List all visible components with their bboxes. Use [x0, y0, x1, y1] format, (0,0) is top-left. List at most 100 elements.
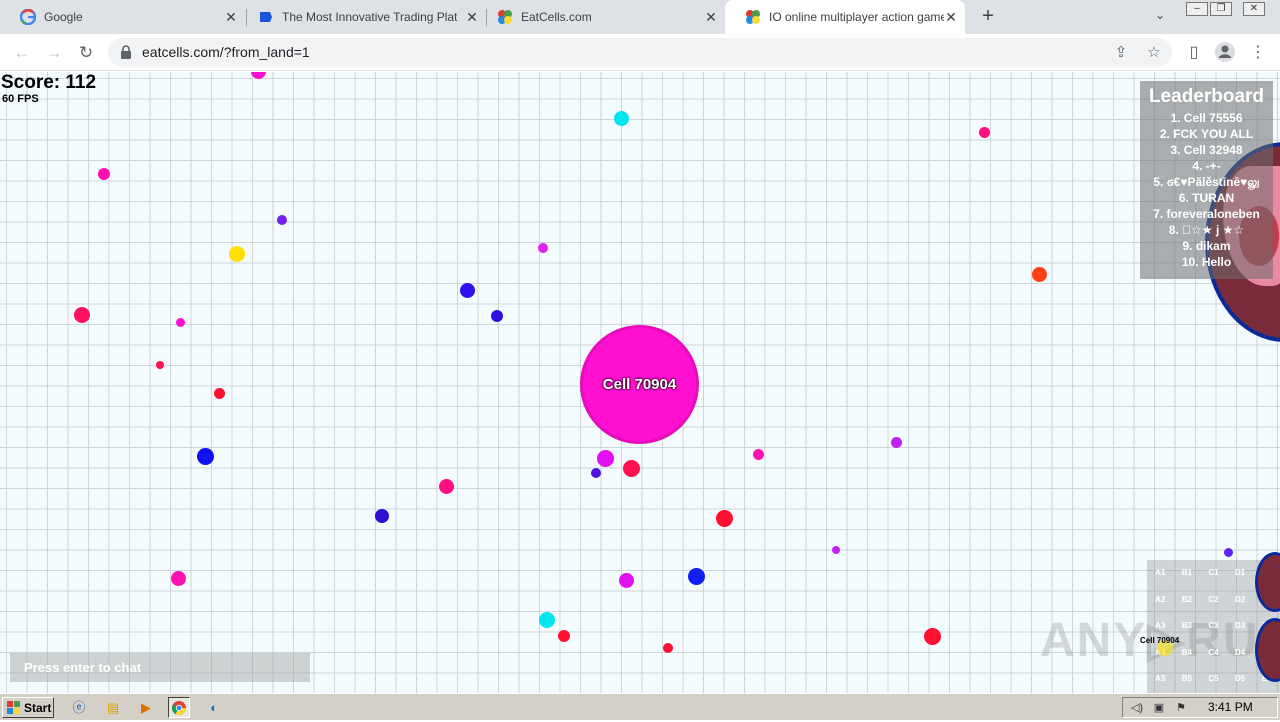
leaderboard-entry: 6. TURAN: [1178, 191, 1235, 205]
food-pellet: [891, 437, 902, 448]
food-pellet: [197, 448, 214, 465]
score-display: Score: 112: [1, 72, 97, 93]
tab-google[interactable]: Google ✕: [0, 0, 245, 34]
close-window-icon[interactable]: ✕: [1243, 2, 1265, 16]
clock[interactable]: 3:41 PM: [1208, 700, 1253, 714]
restore-window-icon[interactable]: ❐: [1210, 2, 1232, 16]
food-pellet: [558, 630, 570, 642]
tab-strip: Google ✕ The Most Innovative Trading Pla…: [0, 0, 1280, 34]
tab-eatcells[interactable]: EatCells.com ✕: [477, 0, 725, 34]
minimap-cell: C3: [1208, 621, 1219, 631]
food-pellet: [98, 168, 110, 180]
leaderboard-entry: 9. dikam: [1182, 239, 1231, 253]
food-pellet: [229, 246, 245, 262]
tab-io-game[interactable]: IO online multiplayer action game. Si ✕: [725, 0, 965, 34]
new-tab-button[interactable]: +: [976, 5, 1000, 29]
leaderboard-entry: 5. ϭ€♥Pălěstīnē♥லு: [1153, 175, 1260, 189]
close-tab-icon[interactable]: ✕: [943, 9, 959, 25]
food-pellet: [716, 510, 733, 527]
food-pellet: [460, 283, 475, 298]
game-canvas[interactable]: Cell 70904 Score: 112 60 FPS Leaderboard…: [0, 72, 1280, 693]
flag-icon[interactable]: ⚑: [1173, 700, 1189, 716]
minimap-cell: C5: [1208, 674, 1219, 684]
volume-icon[interactable]: ◁): [1129, 700, 1145, 716]
minimap-cell: D5: [1234, 674, 1246, 684]
food-pellet: [251, 72, 266, 79]
food-pellet: [924, 628, 941, 645]
network-icon[interactable]: ▣: [1151, 700, 1167, 716]
windows-logo-icon: [7, 700, 20, 714]
food-pellet: [832, 546, 840, 554]
folder-icon[interactable]: ▤: [102, 697, 124, 718]
close-tab-icon[interactable]: ✕: [223, 9, 239, 25]
start-button[interactable]: Start: [2, 697, 54, 718]
lock-icon[interactable]: [120, 45, 132, 59]
browser-toolbar: ← → ↻ eatcells.com/?from_land=1 ⇪ ☆ ▯ ⋮: [0, 34, 1280, 71]
chat-input[interactable]: Press enter to chat: [10, 653, 310, 682]
share-icon[interactable]: ⇪: [1110, 42, 1132, 64]
player-cell: Cell 70904: [580, 325, 699, 444]
minimap-cell: C4: [1208, 647, 1219, 657]
food-pellet: [439, 479, 454, 494]
url-text[interactable]: eatcells.com/?from_land=1: [142, 44, 310, 60]
food-pellet: [176, 318, 185, 327]
food-pellet: [979, 127, 990, 138]
back-arrow-icon[interactable]: ←: [10, 41, 34, 65]
tab-title: IO online multiplayer action game. Si: [769, 10, 944, 24]
leaderboard-entry: 10. Hello: [1181, 255, 1232, 269]
minimap-cell: D4: [1234, 647, 1246, 657]
chrome-icon[interactable]: [168, 697, 190, 718]
tab-trading[interactable]: The Most Innovative Trading Platform ✕: [238, 0, 486, 34]
minimap-cell: B5: [1181, 674, 1192, 684]
edge-icon[interactable]: ◐: [203, 697, 225, 718]
eatcells-icon: [745, 9, 761, 25]
leaderboard: Leaderboard 1. Cell 75556 2. FCK YOU ALL…: [1140, 81, 1273, 279]
food-pellet: [688, 568, 705, 585]
minimap-cell: B1: [1181, 568, 1192, 577]
minimap-cell: C2: [1208, 594, 1219, 604]
forward-arrow-icon[interactable]: →: [42, 41, 66, 65]
food-pellet: [156, 361, 164, 369]
address-bar[interactable]: eatcells.com/?from_land=1 ⇪ ☆: [108, 38, 1172, 67]
tab-title: EatCells.com: [521, 10, 592, 24]
menu-dots-icon[interactable]: ⋮: [1246, 41, 1270, 65]
fps-display: 60 FPS: [2, 93, 39, 105]
food-pellet: [491, 310, 503, 322]
leaderboard-entry: 4. -+-: [1192, 159, 1221, 173]
trading-icon: [258, 9, 274, 25]
food-pellet: [614, 111, 629, 126]
tab-title: Google: [44, 10, 83, 24]
food-pellet: [663, 643, 673, 653]
food-pellet: [171, 571, 186, 586]
side-panel-icon[interactable]: ▯: [1182, 41, 1206, 65]
food-pellet: [619, 573, 634, 588]
bookmark-star-icon[interactable]: ☆: [1143, 42, 1165, 64]
profile-avatar-icon[interactable]: [1213, 41, 1237, 65]
media-player-icon[interactable]: ▶: [135, 697, 157, 718]
leaderboard-title: Leaderboard: [1148, 86, 1265, 107]
start-label: Start: [24, 700, 52, 715]
food-pellet: [277, 215, 287, 225]
close-tab-icon[interactable]: ✕: [703, 9, 719, 25]
tab-search-chevron-icon[interactable]: ⌄: [1150, 8, 1170, 26]
minimize-window-icon[interactable]: ‒: [1186, 2, 1208, 16]
minimap-cell: A2: [1155, 594, 1166, 604]
tab-title: The Most Innovative Trading Platform: [282, 10, 457, 24]
food-pellet: [623, 460, 640, 477]
reload-icon[interactable]: ↻: [74, 41, 98, 65]
minimap-cell: B2: [1181, 594, 1192, 604]
food-pellet: [214, 388, 225, 399]
food-pellet: [597, 450, 614, 467]
player-name: Cell 70904: [602, 376, 677, 393]
leaderboard-entry: 8. ⃝☆★ j ★☆: [1168, 223, 1245, 237]
eatcells-icon: [497, 9, 513, 25]
food-pellet: [375, 509, 389, 523]
taskbar: Start ⓔ ▤ ▶ ◐ ◁) ▣ ⚑ 3:41 PM: [0, 693, 1280, 720]
minimap-cell: D1: [1234, 568, 1246, 577]
food-pellet: [538, 243, 548, 253]
food-pellet: [753, 449, 764, 460]
leaderboard-entry: 2. FCK YOU ALL: [1159, 127, 1254, 141]
food-pellet: [1224, 548, 1233, 557]
minimap-cell: A5: [1155, 674, 1166, 684]
internet-explorer-icon[interactable]: ⓔ: [68, 697, 90, 718]
